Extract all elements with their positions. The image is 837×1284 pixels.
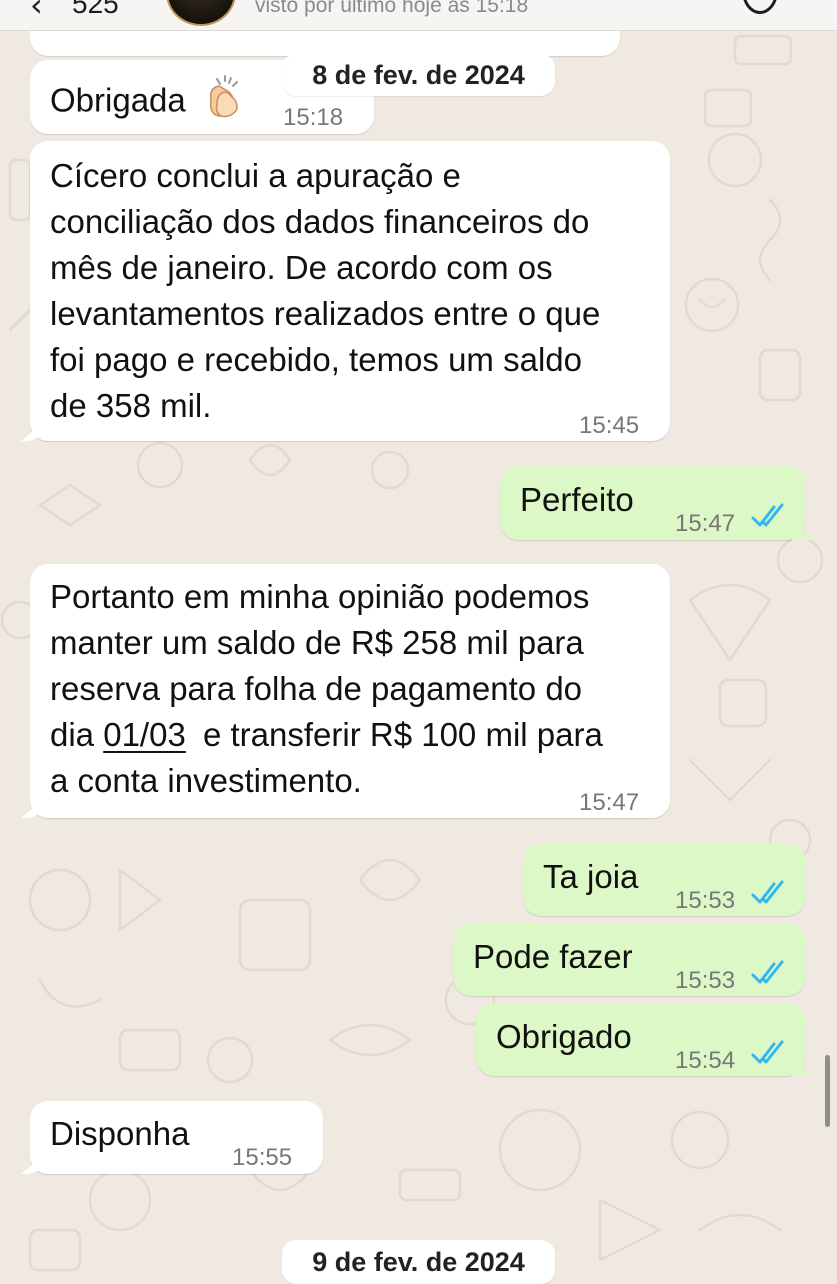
- read-double-check-icon: [751, 1040, 784, 1064]
- message-text: Obrigado: [496, 1018, 632, 1055]
- message-line: reserva para folha de pagamento do: [50, 670, 583, 707]
- date-separator: 8 de fev. de 2024: [282, 54, 555, 96]
- message-time: 15:55: [232, 1144, 293, 1171]
- read-double-check-icon: [751, 880, 784, 904]
- message-text: Obrigada: [50, 81, 186, 119]
- message-line: levantamentos realizados entre o que: [50, 295, 601, 332]
- read-double-check-icon: [751, 960, 784, 984]
- message-text: Pode fazer: [473, 938, 633, 975]
- avatar[interactable]: [166, 0, 236, 26]
- message-time: 15:45: [579, 412, 640, 439]
- message-line: mês de janeiro. De acordo com os: [50, 249, 553, 286]
- call-icon[interactable]: [742, 0, 778, 14]
- message-line: de 358 mil.: [50, 387, 212, 424]
- read-double-check-icon: [751, 503, 784, 527]
- message-text: Perfeito: [520, 481, 634, 518]
- message-bubble-outgoing[interactable]: Perfeito 15:47: [500, 466, 805, 540]
- contact-name[interactable]: 525: [72, 0, 119, 20]
- back-chevron-icon[interactable]: ‹: [30, 0, 43, 24]
- message-line: conciliação dos dados financeiros do: [50, 203, 590, 240]
- message-time: 15:47: [579, 789, 640, 816]
- message-line: a conta investimento.: [50, 762, 362, 799]
- date-separator: 9 de fev. de 2024: [282, 1240, 555, 1284]
- message-time: 15:54: [675, 1047, 736, 1074]
- message-word: e transferir R$ 100 mil para: [202, 716, 603, 753]
- message-bubble-incoming[interactable]: Cícero conclui a apuração e conciliação …: [30, 141, 670, 441]
- message-time: 15:47: [675, 510, 736, 537]
- message-word: dia: [50, 716, 95, 753]
- message-line: manter um saldo de R$ 258 mil para: [50, 624, 584, 661]
- message-time: 15:18: [283, 104, 344, 131]
- message-bubble-outgoing[interactable]: Pode fazer 15:53: [453, 923, 805, 996]
- message-bubble-incoming[interactable]: Disponha 15:55: [30, 1101, 323, 1174]
- message-bubble-outgoing[interactable]: Ta joia 15:53: [523, 843, 805, 916]
- date-link[interactable]: 01/03: [103, 716, 186, 753]
- message-text: Disponha: [50, 1115, 190, 1152]
- chat-header: ‹ 525 visto por último hoje às 15:18: [0, 0, 837, 31]
- message-line: dia 01/03 e transferir R$ 100 mil para: [50, 712, 603, 758]
- message-line: Cícero conclui a apuração e: [50, 157, 461, 194]
- message-time: 15:53: [675, 967, 736, 994]
- scrollbar[interactable]: [825, 1055, 830, 1127]
- last-seen-status: visto por último hoje às 15:18: [255, 0, 529, 17]
- message-time: 15:53: [675, 887, 736, 914]
- message-line: foi pago e recebido, temos um saldo: [50, 341, 582, 378]
- message-line: Portanto em minha opinião podemos: [50, 578, 590, 615]
- message-bubble-outgoing[interactable]: Obrigado 15:54: [476, 1003, 805, 1076]
- clapping-hands-emoji-icon: [201, 74, 247, 132]
- message-bubble-incoming[interactable]: Portanto em minha opinião podemos manter…: [30, 564, 670, 818]
- message-text: Ta joia: [543, 858, 639, 895]
